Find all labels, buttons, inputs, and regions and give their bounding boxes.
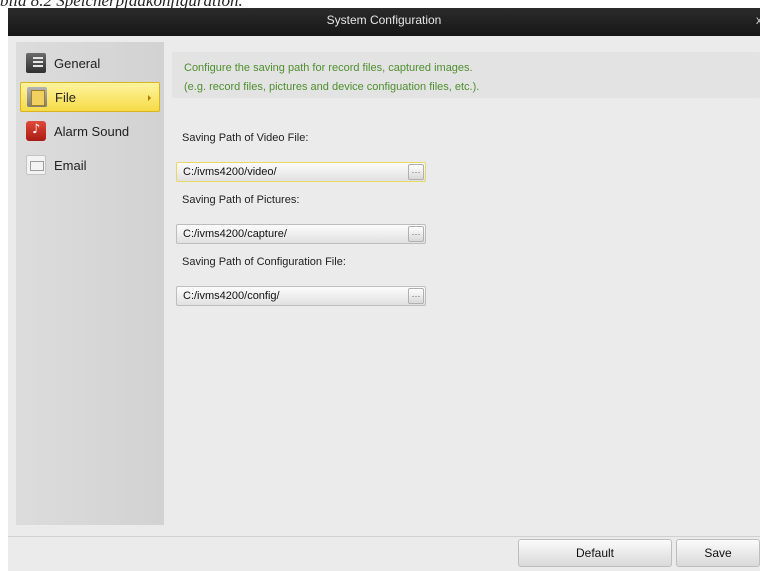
config-path-label: Saving Path of Configuration File: xyxy=(182,256,346,268)
sidebar: General File Alarm Sound Email xyxy=(16,42,164,525)
video-path-label: Saving Path of Video File: xyxy=(182,132,309,144)
info-line-2: (e.g. record files, pictures and device … xyxy=(184,81,480,93)
sidebar-item-label: File xyxy=(55,89,76,105)
config-path-field: ··· xyxy=(176,286,426,306)
file-icon xyxy=(27,87,47,107)
sidebar-item-file[interactable]: File xyxy=(20,82,160,112)
info-line-1: Configure the saving path for record fil… xyxy=(184,62,473,74)
info-box: Configure the saving path for record fil… xyxy=(172,52,760,98)
window-title: System Configuration xyxy=(326,13,442,27)
email-icon xyxy=(26,155,46,175)
config-path-input[interactable] xyxy=(177,287,409,305)
title-bar: System Configuration x xyxy=(8,8,760,38)
file-settings-panel: Configure the saving path for record fil… xyxy=(172,42,760,525)
system-configuration-window: General File Alarm Sound Email Configure… xyxy=(8,36,760,571)
save-button[interactable]: Save xyxy=(676,539,760,567)
pictures-path-input[interactable] xyxy=(177,225,409,243)
document-caption: bild 8.2 Speicherpfadkonfiguration. xyxy=(0,0,300,8)
sidebar-item-label: Alarm Sound xyxy=(54,123,130,139)
sidebar-item-alarm-sound[interactable]: Alarm Sound xyxy=(20,116,160,146)
alarm-sound-icon xyxy=(26,121,46,141)
video-path-field: ··· xyxy=(176,162,426,182)
sidebar-item-email[interactable]: Email xyxy=(20,150,160,180)
pictures-path-label: Saving Path of Pictures: xyxy=(182,194,300,206)
config-browse-button[interactable]: ··· xyxy=(408,288,424,304)
video-browse-button[interactable]: ··· xyxy=(408,164,424,180)
sidebar-item-label: General xyxy=(54,55,101,71)
footer-divider xyxy=(8,536,760,537)
default-button[interactable]: Default xyxy=(518,539,672,567)
general-icon xyxy=(26,53,46,73)
sidebar-item-general[interactable]: General xyxy=(20,48,160,78)
pictures-path-field: ··· xyxy=(176,224,426,244)
close-icon[interactable]: x xyxy=(756,8,760,32)
pictures-browse-button[interactable]: ··· xyxy=(408,226,424,242)
selected-arrow-icon xyxy=(148,95,151,101)
video-path-input[interactable] xyxy=(177,163,409,181)
sidebar-item-label: Email xyxy=(54,157,87,173)
